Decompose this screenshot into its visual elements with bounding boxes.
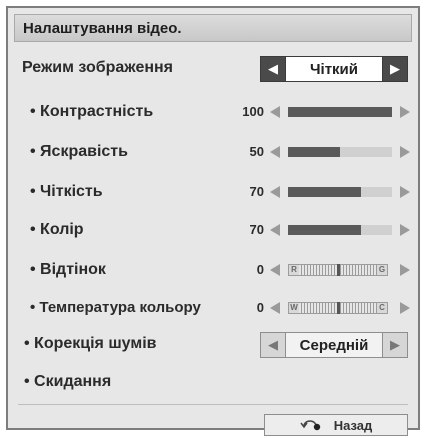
return-icon bbox=[300, 417, 322, 434]
brightness-row[interactable]: • Яскравість 50 bbox=[8, 140, 418, 164]
decrease-arrow-icon[interactable] bbox=[270, 264, 280, 276]
video-settings-panel: Налаштування відео. Режим зображення ◀ Ч… bbox=[6, 6, 420, 436]
back-button[interactable]: Назад bbox=[264, 414, 408, 436]
decrease-arrow-icon[interactable] bbox=[270, 186, 280, 198]
color-temperature-label: • Температура кольору bbox=[30, 299, 201, 316]
increase-arrow-icon[interactable] bbox=[400, 302, 410, 314]
tint-center-marker bbox=[337, 264, 340, 276]
reset-label: • Скидання bbox=[24, 373, 112, 390]
contrast-row[interactable]: • Контрастність 100 bbox=[8, 100, 418, 124]
menu-title: Налаштування відео. bbox=[14, 14, 412, 42]
noise-reduction-label: • Корекція шумів bbox=[24, 335, 157, 352]
back-button-label: Назад bbox=[333, 417, 373, 433]
noise-reduction-value: Середній bbox=[299, 336, 369, 354]
tint-left-cap: R bbox=[289, 265, 299, 275]
picture-mode-label: Режим зображення bbox=[22, 59, 173, 76]
brightness-label: • Яскравість bbox=[30, 143, 128, 160]
tint-right-cap: G bbox=[377, 265, 387, 275]
color-temperature-left-cap: W bbox=[289, 303, 299, 313]
tint-value: 0 bbox=[256, 262, 264, 277]
color-row[interactable]: • Колір 70 bbox=[8, 218, 418, 242]
noise-reduction-prev-button[interactable]: ◀ bbox=[261, 333, 286, 357]
color-value: 70 bbox=[249, 222, 264, 237]
noise-reduction-selector[interactable]: ◀ Середній ▶ bbox=[260, 332, 408, 358]
noise-reduction-next-button[interactable]: ▶ bbox=[382, 333, 407, 357]
color-temperature-right-cap: C bbox=[377, 303, 387, 313]
decrease-arrow-icon[interactable] bbox=[270, 302, 280, 314]
sharpness-level-bar[interactable] bbox=[288, 187, 392, 197]
brightness-level-fill bbox=[288, 147, 340, 157]
brightness-level-bar[interactable] bbox=[288, 147, 392, 157]
tint-label: • Відтінок bbox=[30, 261, 106, 278]
right-arrow-icon: ▶ bbox=[390, 337, 400, 352]
contrast-label: • Контрастність bbox=[30, 103, 154, 120]
sharpness-level-fill bbox=[288, 187, 361, 197]
increase-arrow-icon[interactable] bbox=[400, 224, 410, 236]
increase-arrow-icon[interactable] bbox=[400, 264, 410, 276]
decrease-arrow-icon[interactable] bbox=[270, 146, 280, 158]
sharpness-value: 70 bbox=[249, 184, 264, 199]
noise-reduction-row[interactable]: • Корекція шумів ◀ Середній ▶ bbox=[8, 332, 418, 358]
tint-balance-bar[interactable]: R G bbox=[288, 264, 388, 276]
picture-mode-row[interactable]: Режим зображення ◀ Чіткий ▶ bbox=[8, 56, 418, 82]
color-label: • Колір bbox=[30, 221, 84, 238]
contrast-level-fill bbox=[288, 107, 392, 117]
reset-row[interactable]: • Скидання bbox=[8, 370, 418, 394]
contrast-value: 100 bbox=[242, 104, 264, 119]
sharpness-row[interactable]: • Чіткість 70 bbox=[8, 180, 418, 204]
contrast-level-bar[interactable] bbox=[288, 107, 392, 117]
color-temperature-value: 0 bbox=[256, 300, 264, 315]
left-arrow-icon: ◀ bbox=[268, 61, 278, 76]
divider bbox=[18, 404, 408, 405]
increase-arrow-icon[interactable] bbox=[400, 186, 410, 198]
picture-mode-selector[interactable]: ◀ Чіткий ▶ bbox=[260, 56, 408, 82]
color-level-bar[interactable] bbox=[288, 225, 392, 235]
right-arrow-icon: ▶ bbox=[390, 61, 400, 76]
color-temperature-row[interactable]: • Температура кольору 0 W C bbox=[8, 296, 418, 320]
increase-arrow-icon[interactable] bbox=[400, 106, 410, 118]
left-arrow-icon: ◀ bbox=[268, 337, 278, 352]
picture-mode-prev-button[interactable]: ◀ bbox=[261, 57, 286, 81]
decrease-arrow-icon[interactable] bbox=[270, 106, 280, 118]
decrease-arrow-icon[interactable] bbox=[270, 224, 280, 236]
color-temperature-center-marker bbox=[337, 302, 340, 314]
increase-arrow-icon[interactable] bbox=[400, 146, 410, 158]
color-temperature-balance-bar[interactable]: W C bbox=[288, 302, 388, 314]
picture-mode-next-button[interactable]: ▶ bbox=[382, 57, 407, 81]
tint-row[interactable]: • Відтінок 0 R G bbox=[8, 258, 418, 282]
brightness-value: 50 bbox=[249, 144, 264, 159]
sharpness-label: • Чіткість bbox=[30, 183, 103, 200]
picture-mode-value: Чіткий bbox=[309, 60, 358, 78]
color-level-fill bbox=[288, 225, 361, 235]
